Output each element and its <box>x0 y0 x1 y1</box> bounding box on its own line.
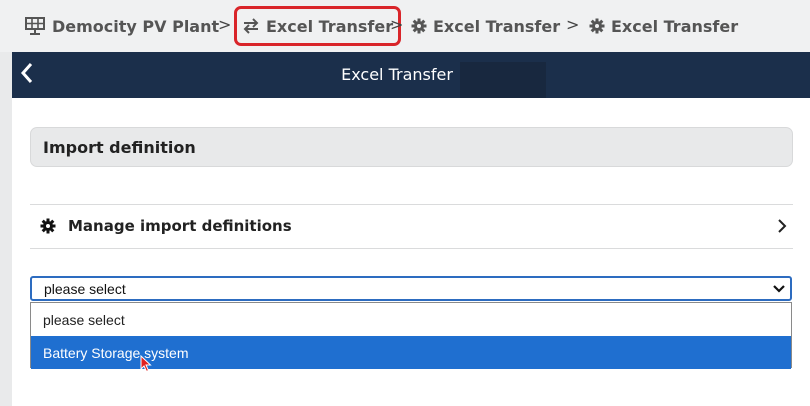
manage-import-definitions-link[interactable]: Manage import definitions <box>30 204 793 248</box>
page-title: Excel Transfer <box>341 65 453 84</box>
transfer-arrows-icon <box>242 17 260 35</box>
select-value: please select <box>44 280 126 297</box>
breadcrumb: Democity PV Plant > Excel Transfer > Exc… <box>0 0 810 52</box>
import-definition-select[interactable]: please select <box>30 276 792 301</box>
breadcrumb-label: Excel Transfer <box>433 16 561 36</box>
breadcrumb-item-excel-transfer[interactable]: Excel Transfer <box>411 14 560 38</box>
breadcrumb-item-excel-transfer[interactable]: Excel Transfer <box>589 14 738 38</box>
mouse-cursor-icon <box>140 354 152 377</box>
chevron-right-icon <box>777 218 787 234</box>
option-label: please select <box>43 311 125 328</box>
breadcrumb-label: Excel Transfer <box>266 16 394 36</box>
breadcrumb-separator: > <box>566 15 580 34</box>
breadcrumb-label: Excel Transfer <box>611 16 739 36</box>
panel-header: Excel Transfer <box>12 52 810 98</box>
breadcrumb-separator: > <box>390 15 404 34</box>
breadcrumb-label: Democity PV Plant <box>52 16 220 36</box>
solar-panel-icon <box>24 16 46 36</box>
breadcrumb-separator: > <box>218 15 232 34</box>
breadcrumb-item-excel-transfer-active[interactable]: Excel Transfer <box>234 6 402 46</box>
breadcrumb-item-plant[interactable]: Democity PV Plant <box>24 14 219 38</box>
section-title: Import definition <box>43 138 196 157</box>
main-panel: Excel Transfer Import definition Manage … <box>12 52 810 406</box>
gear-icon <box>411 18 427 34</box>
gear-icon <box>40 218 56 234</box>
section-card: Import definition <box>30 127 793 167</box>
gear-icon <box>589 18 605 34</box>
divider <box>30 248 793 249</box>
chevron-down-icon <box>772 283 786 295</box>
select-option[interactable]: please select <box>31 303 791 336</box>
option-label: Battery Storage system <box>43 344 189 361</box>
manage-label: Manage import definitions <box>68 217 292 235</box>
